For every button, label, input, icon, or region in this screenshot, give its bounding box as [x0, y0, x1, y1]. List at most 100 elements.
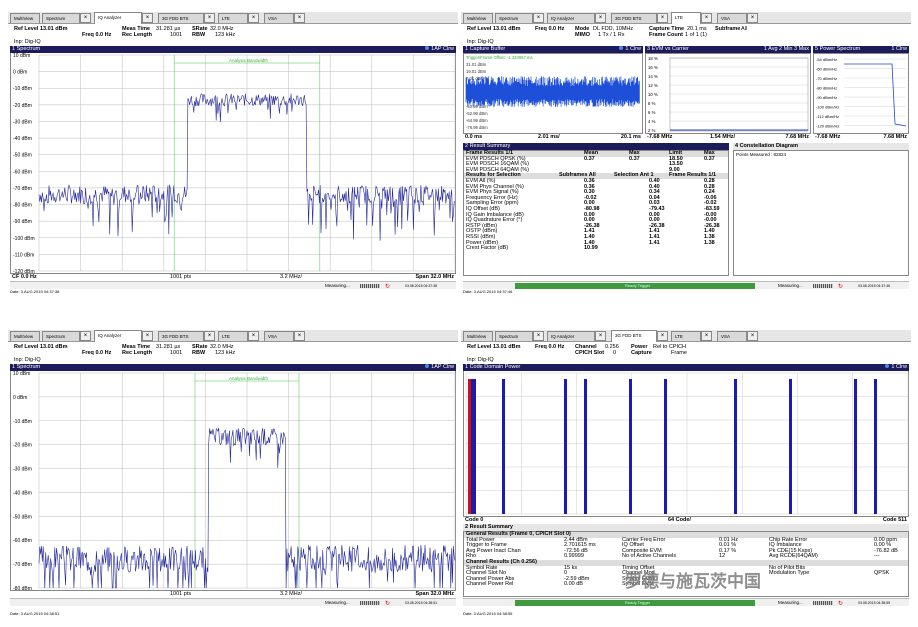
rbw-value: 123 kHz — [215, 350, 236, 356]
constellation-plot[interactable]: Points Measured : 82824 — [733, 150, 909, 276]
tab-multiview[interactable]: MultiView — [463, 331, 493, 341]
result-summary-table: Frame Results 1/1 Mean Max Limit Max EVM PDSC… — [463, 150, 729, 276]
close-icon[interactable]: × — [248, 331, 259, 341]
power-spectrum-plot[interactable]: -54 dBm/Hz -60 dBm/Hz -70 dBm/Hz -80 dBm/Hz… — [813, 53, 909, 134]
code-power-bar — [854, 379, 857, 514]
code-power-bar — [874, 379, 877, 514]
ready-trigger-text: Ready Trigger — [625, 283, 651, 288]
screenshot-spectrum-bottom: MultiView Spectrum × IQ Analyzer × 3G FD… — [8, 330, 458, 620]
tab-iq-analyzer[interactable]: IQ Analyzer — [547, 331, 595, 341]
tab-iq-analyzer[interactable]: IQ Analyzer — [547, 13, 595, 23]
y-tick-label: -50 dBm — [13, 153, 32, 159]
close-icon[interactable]: × — [595, 13, 606, 23]
cdp-x-axis: Code 0 64 Code/ Code 511 — [463, 516, 909, 523]
tab-lte[interactable]: LTE — [218, 331, 248, 341]
tab-spectrum[interactable]: Spectrum — [42, 13, 80, 23]
close-icon[interactable]: × — [294, 331, 305, 341]
tab-vsa[interactable]: VSA — [717, 331, 747, 341]
rec-length-label: Rec Length — [122, 350, 152, 356]
power-spectrum-chart: -54 dBm/Hz -60 dBm/Hz -70 dBm/Hz -80 dBm/Hz… — [816, 57, 907, 129]
y-tick-label: 2 % — [648, 128, 656, 133]
cpich-label: CPICH Slot — [575, 350, 605, 356]
close-icon[interactable]: × — [747, 331, 758, 341]
tab-lte[interactable]: LTE — [671, 331, 701, 341]
capture-value: Frame — [671, 350, 687, 356]
close-icon[interactable]: × — [657, 13, 668, 23]
progress-indicator — [813, 284, 833, 288]
tab-multiview[interactable]: MultiView — [10, 331, 40, 341]
tab-3g-fdd-bts[interactable]: 3G FDD BTS — [611, 330, 657, 342]
power-spectrum-title-bar: 5 Power Spectrum 1 Clrw — [813, 46, 909, 53]
evm-title-bar: 3 EVM vs Carrier 1 Avg 2 Min 3 Max — [645, 46, 811, 53]
status-text: Measuring... — [325, 600, 350, 605]
cdp-plot[interactable] — [463, 371, 909, 516]
x-div: 1.54 MHz/ — [710, 134, 736, 140]
close-icon[interactable]: × — [142, 13, 153, 23]
capture-buffer-plot[interactable]: Trigger/Frame Offset: -1.333067 ms 31.01 … — [463, 53, 643, 134]
close-icon[interactable]: × — [142, 331, 153, 341]
tab-bar: MultiView Spectrum × IQ Analyzer × 3G FD… — [461, 330, 911, 342]
close-icon[interactable]: × — [294, 13, 305, 23]
tab-vsa[interactable]: VSA — [264, 331, 294, 341]
status-bar: Ready Trigger Measuring... ↻ 03.08.2015 … — [463, 281, 909, 290]
freq: Freq 0.0 Hz — [82, 32, 112, 38]
spectrum-plot[interactable]: 10 dBm 0 dBm -10 dBm -20 dBm -30 dBm -40 dBm -… — [10, 53, 456, 275]
trace-icon — [885, 364, 890, 368]
window-title: 1 Spectrum — [12, 46, 41, 52]
close-icon[interactable]: × — [701, 331, 712, 341]
close-icon[interactable]: × — [595, 331, 606, 341]
close-icon[interactable]: × — [80, 13, 91, 23]
tab-lte[interactable]: LTE — [218, 13, 248, 23]
tab-multiview[interactable]: MultiView — [10, 13, 40, 23]
evm-plot[interactable]: 18 % 16 % 14 % 12 % 10 % 8 % 6 % 4 % 2 % — [645, 53, 811, 134]
tab-3g-fdd-bts[interactable]: 3G FDD BTS — [158, 331, 204, 341]
close-icon[interactable]: × — [657, 331, 668, 341]
status-clock: 03.08.2015 04:38:51 — [405, 601, 438, 605]
tab-bar: MultiView Spectrum × IQ Analyzer × 3G FD… — [461, 12, 911, 24]
tab-iq-analyzer[interactable]: IQ Analyzer — [94, 330, 142, 342]
input-label: Inp: Dig-IQ — [14, 39, 41, 45]
y-tick-label: 18 % — [648, 56, 658, 61]
ref-level: Ref Level 13.01 dBm — [14, 26, 68, 32]
close-icon[interactable]: × — [80, 331, 91, 341]
x-axis-bar: 1001 pts 3.2 MHz/ Span 32.0 MHz — [10, 590, 456, 597]
spectrum-chart: 10 dBm 0 dBm -10 dBm -20 dBm -30 dBm -40 dBm -… — [13, 371, 456, 592]
sweep-icon: ↻ — [838, 601, 844, 607]
tab-multiview[interactable]: MultiView — [463, 13, 493, 23]
close-icon[interactable]: × — [747, 13, 758, 23]
tab-3g-fdd-bts[interactable]: 3G FDD BTS — [158, 13, 204, 23]
tab-spectrum[interactable]: Spectrum — [42, 331, 80, 341]
y-tick-label: -110 dBm — [13, 252, 34, 258]
close-icon[interactable]: × — [533, 331, 544, 341]
code-power-bar — [789, 379, 792, 514]
cdp-summary-title: 2 Result Summary — [465, 524, 513, 530]
tab-vsa[interactable]: VSA — [717, 13, 747, 23]
tab-iq-analyzer[interactable]: IQ Analyzer — [94, 12, 142, 24]
ps-flag: 1 Clrw — [891, 46, 907, 52]
screenshot-spectrum-top: MultiView Spectrum × IQ Analyzer × 3G FD… — [8, 12, 458, 295]
y-tick-label: 31.01 dBm — [466, 62, 487, 67]
y-tick-label: -60 dBm/Hz — [816, 67, 837, 72]
tab-spectrum[interactable]: Spectrum — [495, 331, 533, 341]
rbw-label: RBW — [192, 350, 206, 356]
tab-vsa[interactable]: VSA — [264, 13, 294, 23]
tab-spectrum[interactable]: Spectrum — [495, 13, 533, 23]
y-tick-label: -80 dBm — [13, 203, 32, 209]
trace-flag: 1 Clrw — [625, 46, 641, 52]
spectrum-plot[interactable]: 10 dBm 0 dBm -10 dBm -20 dBm -30 dBm -40 dBm -… — [10, 371, 456, 592]
freq: Freq 0.0 Hz — [82, 350, 112, 356]
close-icon[interactable]: × — [533, 13, 544, 23]
status-text: Measuring... — [778, 283, 803, 288]
mimo-value: 1 Tx / 1 Rx — [598, 32, 625, 38]
y-tick-label: -112 dBm/Hz — [816, 114, 839, 119]
close-icon[interactable]: × — [204, 331, 215, 341]
date-stamp: Date: 3.AUG.2015 04:38:55 — [463, 611, 513, 616]
settings-panel: Ref Level 13.01 dBm Freq 0.0 Hz Mode DL … — [463, 26, 909, 46]
table-cell: Crest Factor (dB) — [466, 245, 509, 252]
input-label: Inp: Dig-IQ — [14, 357, 41, 363]
close-icon[interactable]: × — [701, 13, 712, 23]
close-icon[interactable]: × — [204, 13, 215, 23]
tab-lte[interactable]: LTE — [671, 12, 701, 24]
tab-3g-fdd-bts[interactable]: 3G FDD BTS — [611, 13, 657, 23]
close-icon[interactable]: × — [248, 13, 259, 23]
